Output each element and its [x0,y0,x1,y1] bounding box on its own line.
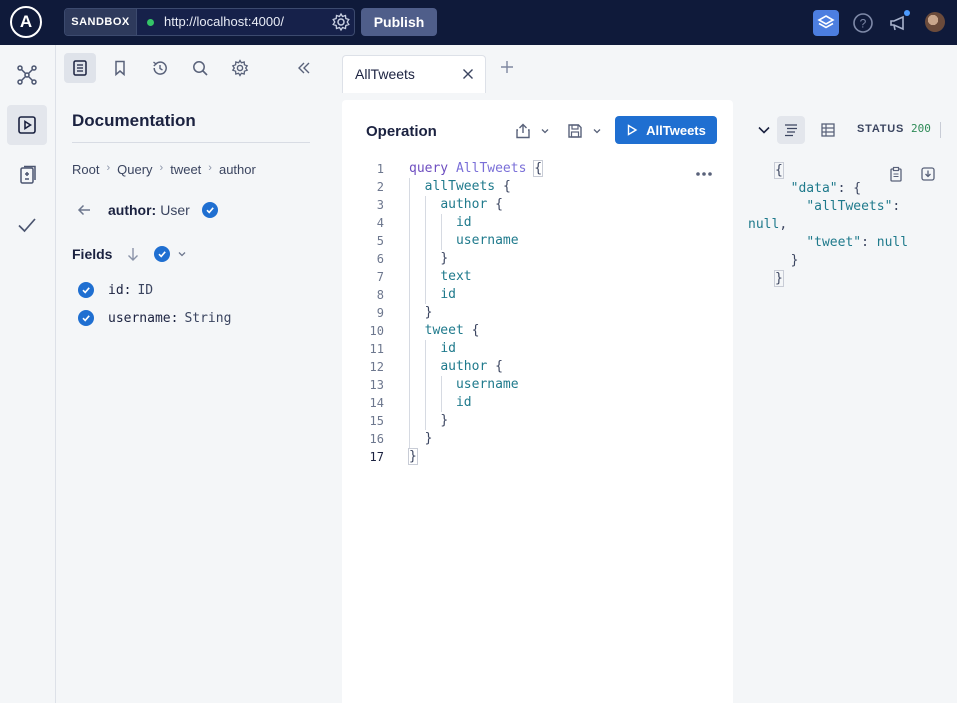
breadcrumb-query[interactable]: Query [117,162,152,177]
code-line: 11 id [369,341,456,356]
add-tab-icon[interactable] [499,59,515,75]
code-line: 16 } [369,431,433,446]
run-button-label: AllTweets [646,122,706,138]
announcements-icon[interactable] [886,10,912,36]
top-bar: A SANDBOX http://localhost:4000/ Publish… [0,0,957,45]
sandbox-tag: SANDBOX [65,9,137,35]
status-code: 200 [911,122,931,135]
chevron-right-icon: › [208,162,212,174]
field-name: id: [108,282,132,298]
field-type[interactable]: String [184,311,231,326]
field-item-id[interactable]: id: ID [78,281,153,299]
fields-label: Fields [72,246,113,262]
divider [940,122,941,138]
back-arrow-icon[interactable] [76,202,92,218]
breadcrumb: Root › Query › tweet › author [72,162,256,177]
bookmark-icon[interactable] [104,53,136,83]
chevron-down-icon[interactable] [592,126,602,136]
sort-arrow-down-icon[interactable] [126,246,140,262]
share-icon[interactable] [514,122,532,140]
search-icon[interactable] [184,53,216,83]
connection-status-dot [147,19,154,26]
schema-diff-icon[interactable] [7,155,47,195]
save-menu[interactable] [566,120,608,142]
tab-alltweets[interactable]: AllTweets [342,55,486,93]
settings-gear-icon[interactable] [224,53,256,83]
layers-icon[interactable] [813,10,839,36]
code-line: 4 id [376,215,472,230]
user-avatar[interactable] [925,12,945,32]
share-menu[interactable] [514,120,556,142]
breadcrumb-tweet[interactable]: tweet [170,162,201,177]
response-panel: STATUS 200 { "data": { "allTweets": null… [748,110,957,703]
code-line: 13 username [369,377,519,392]
close-icon[interactable] [461,67,475,81]
help-icon[interactable]: ? [850,10,876,36]
connection-settings-icon[interactable] [331,12,351,32]
operation-panel: Operation AllTweets 1 query AllTweets { 2… [342,100,733,703]
svg-text:?: ? [860,17,867,31]
environment-selector[interactable]: SANDBOX http://localhost:4000/ [64,8,355,36]
code-line: 12 author { [369,359,503,374]
code-line: 3 author { [376,197,503,212]
field-type[interactable]: ID [137,283,153,298]
code-line: 15 } [369,413,449,428]
tab-label: AllTweets [355,66,415,82]
code-line: 1 query AllTweets { [376,160,544,177]
field-selected-check-icon[interactable] [201,202,218,218]
code-line: 14 id [369,395,472,410]
field-checked-icon[interactable] [78,310,94,326]
save-icon[interactable] [566,122,584,140]
code-line: 5 username [376,233,519,248]
play-icon [627,124,638,136]
breadcrumb-author[interactable]: author [219,162,256,177]
code-line: 9 } [376,305,433,320]
code-line: 6 } [376,251,449,266]
field-name: username: [108,310,179,326]
chevron-down-icon[interactable] [177,249,187,259]
status-label: STATUS [857,123,905,135]
table-view-icon[interactable] [814,116,842,144]
json-view-icon[interactable] [777,116,805,144]
schema-graph-icon[interactable] [7,55,47,95]
history-icon[interactable] [144,53,176,83]
code-line: 17} [369,448,418,465]
divider [72,142,310,143]
code-line: 8 id [376,287,456,302]
publish-button[interactable]: Publish [361,8,437,36]
left-rail [0,45,56,703]
fields-header: Fields [72,244,187,264]
field-item-username[interactable]: username: String [78,309,231,327]
chevron-right-icon: › [106,162,111,174]
type-name: User [160,202,190,218]
collapse-panel-icon[interactable] [288,53,320,83]
run-operation-button[interactable]: AllTweets [615,116,717,144]
operation-title: Operation [366,123,437,140]
notification-dot [904,10,910,16]
code-line: 2 allTweets { [376,179,511,194]
download-icon[interactable] [920,166,936,182]
documentation-panel: Documentation Root › Query › tweet › aut… [56,45,333,703]
explorer-icon[interactable] [7,105,47,145]
chevron-down-icon[interactable] [756,122,772,138]
breadcrumb-root[interactable]: Root [72,162,99,177]
endpoint-url[interactable]: http://localhost:4000/ [164,9,284,35]
code-line: 10 tweet { [369,323,480,338]
documentation-title: Documentation [72,111,196,130]
apollo-logo[interactable]: A [10,6,42,38]
checks-icon[interactable] [7,205,47,245]
current-type-row: author: User [76,200,218,220]
operation-tabs: AllTweets [333,45,957,93]
json-response[interactable]: { "data": { "allTweets": null, "tweet": … [748,162,908,288]
code-line: 7 text [376,269,472,284]
documentation-icon[interactable] [64,53,96,83]
field-name: author: [108,202,157,218]
chevron-down-icon[interactable] [540,126,550,136]
docs-toolbar [64,53,324,83]
select-all-check-icon[interactable] [154,246,171,262]
field-checked-icon[interactable] [78,282,94,298]
chevron-right-icon: › [159,162,164,174]
